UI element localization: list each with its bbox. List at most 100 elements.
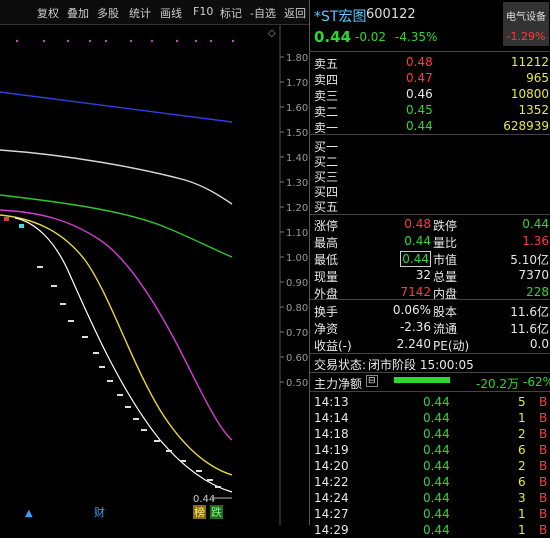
toolbar-draw-line[interactable]: 画线 (160, 5, 182, 21)
tick-volume: 2 (518, 459, 526, 473)
fund-value: -2.36 (399, 320, 431, 334)
trade-status-row: 交易状态: 闭市阶段 15:00:05 (310, 355, 550, 372)
tick-time: 14:13 (314, 395, 349, 409)
tick-side: B (539, 475, 548, 489)
ask-price: 0.45 (406, 103, 433, 117)
toolbar-back[interactable]: 返回 (284, 5, 306, 21)
toolbar-statistics[interactable]: 统计 (129, 5, 151, 21)
y-tick-label: 1.30 (286, 178, 308, 189)
fundamental-row: 换手 0.06% 股本 11.6亿 (310, 302, 550, 319)
last-price-label: 0.44 (193, 494, 215, 505)
stock-name[interactable]: *ST宏图 (314, 6, 366, 26)
candle (99, 366, 105, 368)
toolbar-f10[interactable]: F10 (193, 5, 213, 18)
y-tick-label: 0.50 (286, 378, 308, 389)
ask-row: 卖三 0.46 10800 (310, 86, 550, 103)
y-tick-label: 1.00 (286, 253, 308, 264)
ask-price: 0.46 (406, 87, 433, 101)
fundamental-row: 收益(-) 2.240 PE(动) 0.0 (310, 336, 550, 353)
sector-change: -1.29% (506, 30, 546, 43)
y-tick-label: 1.80 (286, 53, 308, 64)
tick-row: 14:29 0.44 1 B (310, 522, 550, 538)
fund-value: 0.0 (529, 337, 549, 351)
stat-value: 0.44 (400, 251, 431, 267)
ask-row: 卖一 0.44 628939 (310, 118, 550, 135)
tick-side: B (539, 459, 548, 473)
ask-price: 0.44 (406, 119, 433, 133)
main-flow-value: -20.2万 (476, 377, 520, 391)
toolbar-restore-rights[interactable]: 复权 (37, 5, 59, 21)
price-change: -0.02 (355, 30, 387, 44)
main-flow-label: 主力净额 (314, 377, 363, 391)
ask-volume: 11212 (510, 55, 549, 69)
candle (68, 320, 74, 322)
tick-volume: 6 (518, 443, 526, 457)
collapse-diamond-icon: ◇ (268, 28, 276, 39)
stat-key: 最低 (314, 253, 339, 267)
candle (215, 486, 221, 488)
tick-row: 14:22 0.44 6 B (310, 474, 550, 490)
candle (141, 429, 147, 431)
fund-value: 11.6亿 (510, 322, 549, 336)
toolbar-multi-stock[interactable]: 多股 (97, 5, 119, 21)
y-tick-label: 1.10 (286, 228, 308, 239)
stat-key: 涨停 (314, 219, 339, 233)
fund-value: 2.240 (396, 337, 431, 351)
toolbar-mark[interactable]: 标记 (220, 5, 242, 21)
candle (180, 460, 186, 462)
main-flow-bar (394, 377, 450, 383)
candle (207, 479, 213, 481)
stat-key: 最高 (314, 236, 339, 250)
stat-row: 最低 0.44 市值 5.10亿 (310, 250, 550, 267)
ask-volume: 965 (526, 71, 549, 85)
tick-row: 14:27 0.44 1 B (310, 506, 550, 522)
y-tick-label: 1.50 (286, 128, 308, 139)
ask-volume: 1352 (518, 103, 549, 117)
stat-value: 7142 (400, 285, 431, 299)
candle (4, 217, 9, 221)
candle (51, 285, 57, 287)
tick-row: 14:24 0.44 3 B (310, 490, 550, 506)
toolbar-overlay[interactable]: 叠加 (67, 5, 89, 21)
tick-time: 14:29 (314, 523, 349, 537)
sector-name: 电气设备 (506, 12, 546, 23)
y-tick-label: 0.70 (286, 328, 308, 339)
quote-panel: *ST宏图 600122 电气设备 -1.29% 0.44 -0.02 -4.3… (309, 0, 550, 537)
tick-price: 0.44 (423, 427, 450, 441)
candle (107, 380, 113, 382)
candle (93, 352, 99, 354)
trade-status-label: 交易状态: (314, 358, 367, 372)
tick-row: 14:13 0.44 5 B (310, 394, 550, 410)
stat-value: 1.36 (522, 234, 549, 248)
tick-price: 0.44 (423, 459, 450, 473)
price-change-pct: -4.35% (395, 30, 438, 44)
bid-row: 买五 (310, 197, 550, 214)
tick-row: 14:20 0.44 2 B (310, 458, 550, 474)
tick-volume: 1 (518, 523, 526, 537)
candle (60, 303, 66, 305)
fund-value: 0.06% (392, 303, 431, 317)
fund-key: 净资 (314, 322, 339, 336)
stat-value: 32 (415, 268, 431, 282)
tick-volume: 5 (518, 395, 526, 409)
tick-price: 0.44 (423, 395, 450, 409)
fall-marker: 跌 (211, 505, 222, 519)
fund-key: 收益(-) (314, 339, 352, 353)
tick-side: B (539, 523, 548, 537)
tick-side: B (539, 395, 548, 409)
y-tick-label: 1.40 (286, 153, 308, 164)
toolbar-add-watchlist[interactable]: -自选 (250, 5, 276, 21)
ask-row: 卖四 0.47 965 (310, 70, 550, 87)
candle (19, 224, 24, 228)
candle (166, 450, 172, 452)
stat-key: 跌停 (433, 219, 458, 233)
bid-row: 买四 (310, 182, 550, 199)
candlestick-chart[interactable]: ◇ 1.80 1.70 1.60 1.50 1.40 1.30 1.20 1.10 1.00 0.… (0, 25, 309, 525)
tick-volume: 6 (518, 475, 526, 489)
tick-volume: 1 (518, 411, 526, 425)
sector-badge[interactable]: 电气设备 -1.29% (503, 2, 549, 46)
y-tick-label: 1.60 (286, 103, 308, 114)
candle (82, 336, 88, 338)
main-flow-dropdown-icon: ⊟ (366, 375, 378, 387)
tick-time: 14:18 (314, 427, 349, 441)
